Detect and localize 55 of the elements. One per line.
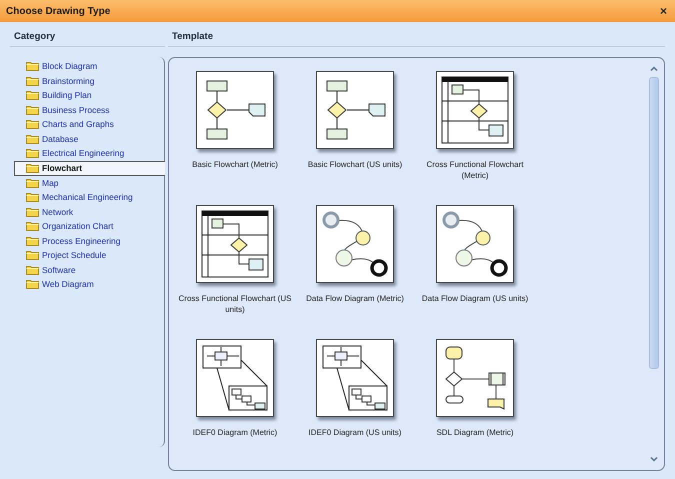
category-item[interactable]: Building Plan [26, 88, 164, 102]
template-thumbnail[interactable] [316, 339, 394, 417]
template-thumbnail[interactable] [436, 71, 514, 149]
folder-icon [26, 192, 39, 202]
folder-icon [26, 250, 39, 260]
folder-icon [26, 119, 39, 130]
folder-icon [26, 90, 39, 100]
template-thumbnail[interactable] [436, 339, 514, 417]
category-item[interactable]: Electrical Engineering [26, 146, 164, 160]
folder-icon [26, 279, 39, 290]
category-heading: Category [10, 28, 165, 47]
category-item[interactable]: Software [26, 262, 164, 277]
template-label[interactable]: SDL Diagram (Metric) [416, 427, 534, 438]
category-item[interactable]: Charts and Graphs [26, 117, 164, 132]
category-item[interactable]: Project Schedule [26, 248, 164, 262]
category-item[interactable]: Web Diagram [26, 277, 164, 292]
template-thumbnail[interactable] [196, 71, 274, 149]
close-button[interactable]: × [658, 4, 669, 18]
category-item[interactable]: Organization Chart [26, 219, 164, 234]
template-thumbnail[interactable] [196, 339, 274, 417]
folder-icon [26, 148, 39, 158]
category-item[interactable]: Brainstorming [26, 74, 164, 88]
folder-icon [26, 264, 39, 275]
folder-icon [26, 206, 39, 217]
category-item[interactable]: Process Engineering [26, 234, 164, 248]
category-item[interactable]: Block Diagram [26, 59, 164, 74]
category-item[interactable]: Map [26, 176, 164, 190]
category-item[interactable]: Database [26, 132, 164, 146]
template-thumbnail[interactable] [316, 205, 394, 283]
template-label[interactable]: Basic Flowchart (Metric) [176, 159, 294, 170]
template-label[interactable]: Basic Flowchart (US units) [296, 159, 414, 170]
template-heading: Template [168, 28, 665, 47]
template-label[interactable]: Data Flow Diagram (Metric) [296, 293, 414, 304]
folder-icon [26, 104, 39, 115]
template-thumbnail[interactable] [436, 205, 514, 283]
folder-icon [26, 163, 39, 173]
template-label[interactable]: IDEF0 Diagram (US units) [296, 427, 414, 438]
folder-icon [26, 178, 39, 188]
category-item[interactable]: Business Process [26, 102, 164, 117]
template-label[interactable]: Data Flow Diagram (US units) [416, 293, 534, 304]
template-thumbnail[interactable] [196, 205, 274, 283]
category-item[interactable]: Flowchart [14, 160, 165, 176]
template-label[interactable]: IDEF0 Diagram (Metric) [176, 427, 294, 438]
template-label[interactable]: Cross Functional Flowchart (US units) [176, 293, 294, 315]
scrollbar-thumb[interactable] [648, 77, 658, 369]
folder-icon [26, 134, 39, 144]
category-item[interactable]: Mechanical Engineering [26, 190, 164, 204]
folder-icon [26, 76, 39, 86]
window-title: Choose Drawing Type [6, 6, 110, 16]
folder-icon [26, 236, 39, 246]
template-label[interactable]: Cross Functional Flowchart (Metric) [416, 159, 534, 181]
folder-icon [26, 61, 39, 72]
category-item[interactable]: Network [26, 204, 164, 219]
folder-icon [26, 221, 39, 232]
template-thumbnail[interactable] [316, 71, 394, 149]
